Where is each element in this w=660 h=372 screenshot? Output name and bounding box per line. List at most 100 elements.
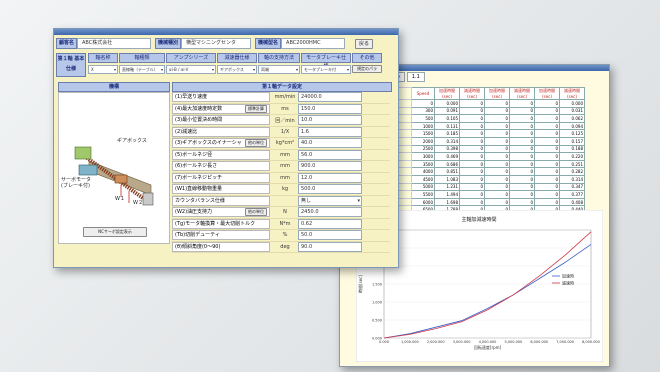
results-cell: 1.494	[434, 190, 460, 199]
results-cell: 0	[509, 159, 535, 169]
results-cell: 0	[484, 182, 510, 192]
param-value-input[interactable]: 150.0	[298, 103, 362, 114]
results-cell: 5500	[411, 190, 435, 199]
nc-servo-button[interactable]: NCサーボ設定表示	[83, 227, 147, 237]
results-cell: 6000	[411, 197, 435, 207]
param-row: (6)ボールネジ長さ mm 900.0	[172, 161, 390, 173]
results-cell: 0	[459, 182, 485, 192]
axis-kind-select[interactable]: 直線軸（テーブル）	[119, 65, 165, 74]
param-value-input[interactable]: 24000.0	[298, 92, 362, 103]
results-cell: 1000	[411, 121, 435, 131]
results-cell: 0	[509, 144, 535, 154]
results-cell: 0	[459, 144, 485, 154]
results-cell: 0.185	[434, 129, 460, 138]
results-cell: 3500	[411, 159, 435, 169]
param-row: (2)減速比 1/X 1.6	[172, 126, 390, 138]
selector-brake[interactable]: モータブレーキ仕様 モータブレーキ付	[301, 53, 351, 79]
reducer-select[interactable]: ギアボックス	[217, 65, 257, 74]
support-select[interactable]: 両端	[258, 65, 300, 74]
selector-axis-kind[interactable]: 軸種類 直線軸（テーブル）	[119, 53, 165, 79]
x-tick-label: 1,000.000	[401, 340, 419, 344]
results-row: 1500 0.185 0 0 0 0 0.125	[394, 129, 585, 138]
results-cell: 0	[484, 159, 510, 169]
amp-series-select[interactable]: αi-B / αi-V	[166, 65, 216, 74]
results-cell: 0	[509, 190, 535, 199]
results-cell: 0	[509, 121, 535, 131]
results-col-header: 加速時間(sec)	[484, 87, 510, 100]
param-name-text: (7)ボールネジピッチ	[175, 174, 223, 181]
param-value-input[interactable]: 40.0	[298, 138, 362, 149]
results-cell: 4000	[411, 167, 435, 176]
param-value-input[interactable]: 10.0	[298, 115, 362, 126]
selector-axis-name[interactable]: 軸名称 X	[88, 53, 118, 79]
results-cell: 0.469	[434, 152, 460, 161]
x-tick-label: 8,000.000	[582, 340, 600, 344]
param-value-input[interactable]: 12.0	[298, 172, 362, 183]
settings-button[interactable]: 規定のパラ	[352, 65, 382, 73]
results-cell: 0.000	[434, 99, 460, 108]
selector-support[interactable]: 軸の支持方法 両端	[258, 53, 300, 79]
header-row: 顧客名 ABC株式会社 機械種別 横型マシニングセンタ 機械型名 ABC2000…	[56, 38, 374, 49]
results-cell: 0.062	[559, 114, 585, 123]
results-cell: 0	[509, 114, 535, 123]
results-cell: 0	[484, 144, 510, 154]
results-cell: 0	[459, 174, 485, 184]
brake-label: モータブレーキ仕様	[301, 53, 351, 69]
param-unit: kg*cm²	[275, 140, 295, 147]
results-row: 300 0.091 0 0 0 0 0.031	[394, 106, 585, 116]
param-name: (1)早送り速度	[172, 92, 270, 103]
param-value-input[interactable]: 900.0	[298, 161, 362, 172]
param-name-text: (6)ボールネジ長さ	[175, 163, 218, 170]
param-unit-button[interactable]: 標準計算	[245, 104, 267, 113]
results-cell: 0.398	[434, 144, 460, 154]
results-cell: 0	[459, 197, 485, 207]
results-cell: 1.231	[434, 182, 460, 192]
results-cell: 0	[509, 174, 535, 184]
param-row: (Tb)切削デューティ% 50.0	[172, 230, 390, 242]
machine-type-field[interactable]: 横型マシニングセンタ	[181, 38, 252, 49]
w1-label: W１	[115, 196, 125, 202]
brake-select[interactable]: モータブレーキ付	[301, 65, 351, 74]
axis-kind-label: 軸種類	[119, 53, 165, 63]
axis-name-select[interactable]: X	[88, 65, 118, 74]
w2-label: W２	[133, 200, 143, 206]
param-value-input[interactable]: 90.0	[298, 241, 362, 252]
param-value-input[interactable]: 2450.0	[298, 207, 362, 218]
results-cell: 0.686	[434, 159, 460, 169]
gearbox-label: ギアボックス	[117, 138, 147, 144]
param-unit-button[interactable]: 他の単位	[245, 208, 267, 217]
results-cell: 0	[509, 129, 535, 138]
axis-name-label: 軸名称	[88, 53, 118, 63]
customer-field[interactable]: ABC株式会社	[77, 38, 152, 49]
param-value-input[interactable]: 1.6	[298, 126, 362, 137]
param-row: (1)早送り速度 mm/min 24000.0	[172, 92, 390, 104]
param-unit: mm/min	[274, 94, 296, 101]
param-name-text: (1)早送り速度	[175, 94, 208, 101]
y-tick-label: 1.500	[372, 283, 382, 287]
back-button[interactable]: 戻る	[355, 38, 374, 49]
results-cell: 0.347	[559, 182, 585, 192]
param-name-text: (4)最大加速度時定数	[175, 105, 223, 112]
param-value-input[interactable]: 無し	[298, 195, 362, 206]
x-axis-label: 回転速度[rpm]	[474, 344, 502, 350]
param-unit-button[interactable]: 他の単位	[245, 139, 267, 148]
machine-type-label: 機械種別	[155, 38, 182, 49]
machine-model-field[interactable]: ABC2000HMC	[281, 38, 346, 49]
results-cell: 0.157	[559, 136, 585, 146]
results-cell: 0	[411, 99, 435, 108]
param-value-input[interactable]: 500.0	[298, 184, 362, 195]
param-value-input[interactable]: 50.0	[298, 230, 362, 241]
selector-amp-series[interactable]: アンプシリーズ αi-B / αi-V	[166, 53, 216, 79]
selector-reducer[interactable]: 減速器仕様 ギアボックス	[217, 53, 257, 79]
param-name: (7)ボールネジピッチ	[172, 172, 270, 183]
param-unit: N	[283, 209, 287, 216]
results-row: 4500 1.083 0 0 0 0 0.314	[394, 174, 585, 184]
param-value-input[interactable]: 0.62	[298, 218, 362, 229]
param-unit: 回／min	[275, 117, 295, 124]
x-tick-label: 6,000.000	[530, 340, 548, 344]
results-cell: 2000	[411, 136, 435, 146]
param-value-input[interactable]: 56.0	[298, 149, 362, 160]
param-row: (4)最大加速度時定数 標準計算 ms 150.0	[172, 103, 390, 115]
basic-spec-label: 第１軸 基本仕様	[56, 53, 86, 77]
param-name: (Tb)切削デューティ	[172, 230, 270, 241]
